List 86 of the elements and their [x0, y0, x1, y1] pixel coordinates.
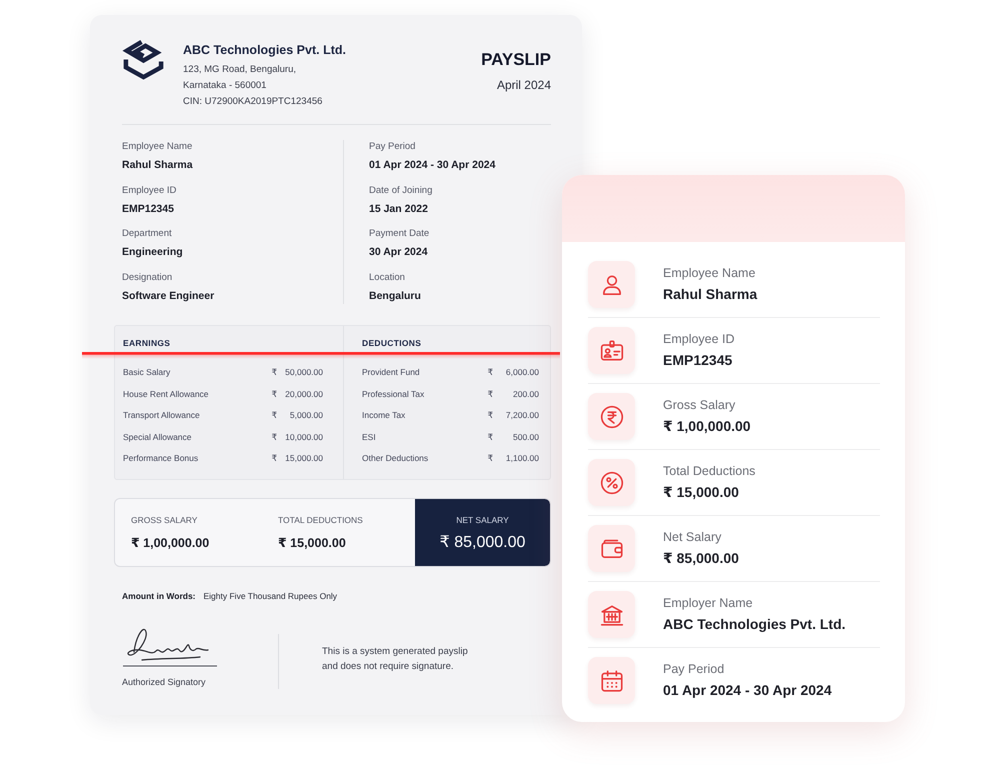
field-label: Department — [122, 227, 173, 241]
rupee-icon — [588, 393, 635, 440]
currency-symbol: ₹ — [272, 409, 277, 422]
column-heading: DEDUCTIONS — [362, 337, 422, 349]
field-value: Engineering — [122, 245, 184, 260]
disclaimer-text: This is a system generated payslip and does not require signature. — [322, 645, 469, 674]
field-value: Software Engineer — [122, 288, 216, 304]
currency-symbol: ₹ — [488, 452, 493, 466]
currency-symbol: ₹ — [488, 366, 493, 380]
line-item-label: Basic Salary — [123, 366, 172, 380]
wallet-icon — [588, 525, 635, 572]
info-label: Total Deductions — [663, 463, 756, 479]
field-label: Location — [369, 270, 406, 284]
column-heading: EARNINGS — [123, 337, 172, 349]
signatory-label: Authorized Signatory — [122, 676, 207, 688]
amount-words-value: Eighty Five Thousand Rupees Only — [204, 590, 338, 602]
bank-icon — [588, 591, 635, 638]
line-item-label: ESI — [362, 430, 377, 444]
field-label: Employee Name — [122, 140, 194, 154]
info-value: ₹ 85,000.00 — [663, 549, 739, 568]
line-item-amount: 1,100.00 — [504, 452, 539, 466]
info-label: Employee Name — [663, 265, 756, 281]
field-label: Payment Date — [369, 227, 430, 241]
field-value: 15 Jan 2022 — [369, 202, 429, 216]
field-label: Date of Joining — [369, 184, 434, 198]
field-value: 01 Apr 2024 - 30 Apr 2024 — [369, 158, 496, 173]
logo-icon — [122, 38, 165, 81]
cin-number: CIN: U72900KA2019PTC123456 — [183, 95, 324, 109]
line-item-amount: 5,000.00 — [288, 409, 323, 422]
person-icon — [588, 261, 635, 308]
currency-symbol: ₹ — [272, 366, 277, 380]
summary-amount: ₹ 1,00,000.00 — [131, 535, 210, 551]
amount-words-label: Amount in Words: — [122, 590, 196, 602]
currency-symbol: ₹ — [272, 430, 277, 444]
line-item-label: Income Tax — [362, 409, 406, 422]
percent-icon — [588, 459, 635, 506]
address-line: 123, MG Road, Bengaluru, — [183, 63, 298, 77]
field-value: Bengaluru — [369, 288, 422, 304]
currency-symbol: ₹ — [488, 430, 493, 444]
line-item-amount: 15,000.00 — [284, 452, 323, 466]
line-item-amount: 20,000.00 — [284, 388, 323, 401]
address-line: Karnataka - 560001 — [183, 79, 268, 93]
info-label: Employer Name — [663, 595, 754, 611]
info-label: Net Salary — [663, 529, 722, 545]
line-item-amount: 200.00 — [512, 388, 539, 401]
field-label: Designation — [122, 270, 174, 284]
line-item-label: Provident Fund — [362, 366, 421, 380]
line-item-amount: 500.00 — [512, 430, 539, 444]
line-item-amount: 10,000.00 — [284, 430, 323, 444]
line-item-label: Performance Bonus — [123, 452, 200, 466]
field-value: EMP12345 — [122, 202, 175, 216]
line-item-label: Transport Allowance — [123, 409, 201, 422]
info-value: ₹ 1,00,000.00 — [663, 417, 751, 436]
summary-label: TOTAL DEDUCTIONS — [278, 514, 364, 526]
info-value: ₹ 15,000.00 — [663, 483, 740, 502]
summary-amount: ₹ 15,000.00 — [278, 535, 347, 551]
line-item-label: Special Allowance — [123, 430, 193, 444]
payslip-title: PAYSLIP — [481, 50, 551, 70]
company-name: ABC Technologies Pvt. Ltd. — [183, 42, 346, 58]
info-value: EMP12345 — [663, 351, 734, 370]
line-item-label: Professional Tax — [362, 388, 426, 401]
line-item-amount: 6,000.00 — [504, 366, 539, 380]
info-value: 01 Apr 2024 - 30 Apr 2024 — [663, 681, 832, 700]
summary-label: GROSS SALARY — [131, 514, 198, 526]
line-item-label: Other Deductions — [362, 452, 430, 466]
line-item-amount: 7,200.00 — [504, 409, 539, 422]
field-label: Pay Period — [369, 140, 416, 154]
field-value: Rahul Sharma — [122, 158, 194, 173]
net-salary-amount: ₹ 85,000.00 — [438, 533, 526, 553]
currency-symbol: ₹ — [272, 388, 277, 401]
info-value: Rahul Sharma — [663, 285, 758, 304]
info-label: Employee ID — [663, 331, 735, 347]
info-value: ABC Technologies Pvt. Ltd. — [663, 615, 846, 634]
currency-symbol: ₹ — [272, 452, 277, 466]
line-item-label: House Rent Allowance — [123, 388, 210, 401]
pay-month: April 2024 — [496, 77, 551, 93]
info-label: Gross Salary — [663, 397, 736, 413]
currency-symbol: ₹ — [488, 409, 493, 422]
summary-label: NET SALARY — [455, 514, 510, 526]
id-card-icon — [588, 327, 635, 374]
line-item-amount: 50,000.00 — [284, 366, 323, 380]
field-value: 30 Apr 2024 — [369, 245, 429, 260]
field-label: Employee ID — [122, 184, 178, 198]
info-label: Pay Period — [663, 661, 726, 677]
currency-symbol: ₹ — [488, 388, 493, 401]
calendar-icon — [588, 657, 635, 704]
